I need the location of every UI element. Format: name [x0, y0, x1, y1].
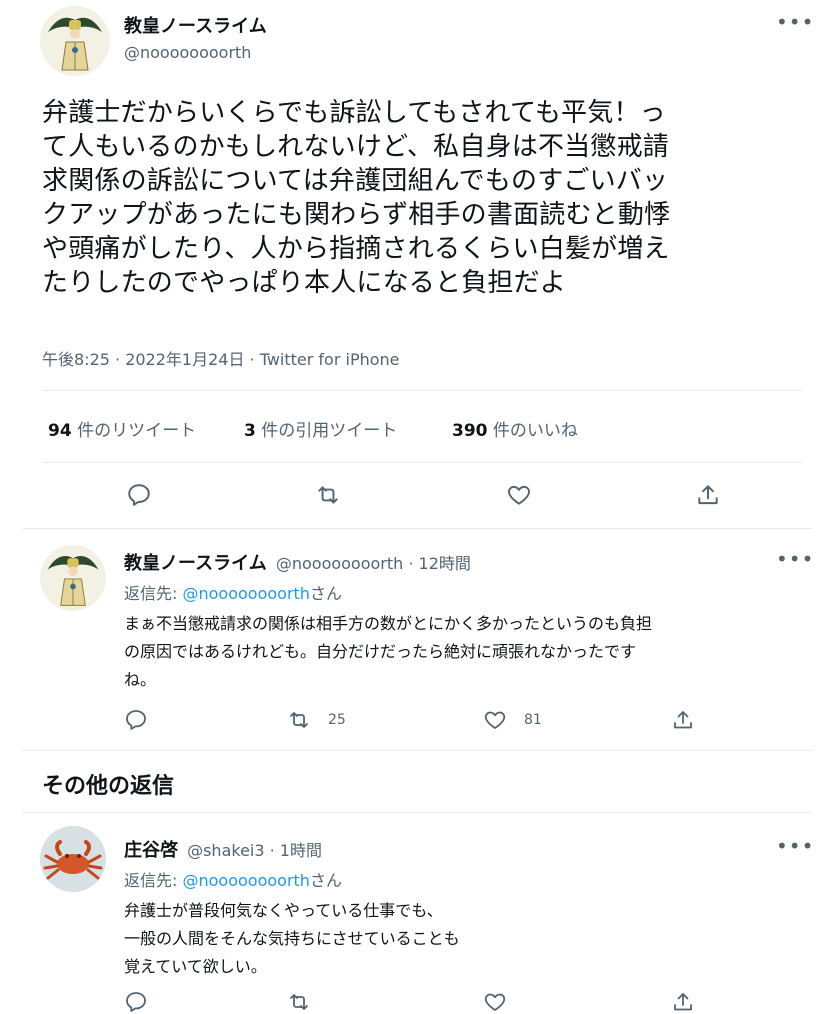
tweet-text-line: 弁護士だからいくらでも訴訟してもされても平気！っ: [42, 98, 666, 128]
likes-count: 390: [452, 421, 488, 441]
section-title: その他の返信: [42, 774, 175, 799]
retweet-icon: [318, 486, 338, 504]
retweet-button[interactable]: [314, 482, 342, 508]
tweet-timestamp[interactable]: 午後8:25 · 2022年1月24日 · Twitter for iPhone: [42, 346, 400, 370]
reply-to-prefix: 返信先:: [124, 871, 183, 890]
quotes-count: 3: [244, 421, 256, 441]
share-button[interactable]: [694, 482, 722, 508]
retweet-icon: [290, 712, 308, 728]
reply-text-line: ね。: [124, 670, 157, 689]
reply-to-suffix: さん: [309, 871, 342, 890]
likes-stat[interactable]: 390 件のいいね: [452, 416, 578, 441]
reply-header: 教皇ノースライム @noooooooorth · 12時間: [124, 549, 471, 575]
like-button[interactable]: 81: [482, 708, 542, 732]
reply-icon: [128, 484, 150, 506]
author-name[interactable]: 教皇ノースライム: [124, 12, 267, 38]
avatar-crab-icon: [40, 826, 106, 892]
tweet-text-line: 求関係の訴訟については弁護団組んでものすごいバッ: [42, 166, 669, 196]
more-icon[interactable]: •••: [776, 12, 814, 32]
tweet-text-line: や頭痛がしたり、人から指摘されるくらい白髪が増え: [42, 234, 670, 264]
author-handle-time[interactable]: @noooooooorth · 12時間: [276, 554, 471, 573]
avatar[interactable]: [40, 826, 106, 892]
avatar[interactable]: [40, 6, 110, 76]
like-button[interactable]: [505, 482, 533, 508]
divider: [42, 390, 802, 391]
like-icon: [484, 711, 506, 729]
reply-button[interactable]: [126, 482, 152, 508]
retweets-label: 件のリツイート: [71, 421, 197, 441]
divider: [22, 528, 812, 529]
more-icon[interactable]: •••: [776, 836, 814, 856]
reply-button[interactable]: [124, 990, 148, 1014]
reply-text: まぁ不当懲戒請求の関係は相手方の数がとにかく多かったというのも負担 の原因ではあ…: [124, 610, 804, 694]
reply-text: 弁護士が普段何気なくやっている仕事でも、 一般の人間をそんな気持ちにさせているこ…: [124, 897, 804, 981]
share-icon: [674, 993, 692, 1011]
author-name[interactable]: 教皇ノースライム: [124, 553, 267, 574]
likes-label: 件のいいね: [487, 421, 578, 441]
tweet-text-line: たりしたのでやっぱり本人になると負担だよ: [42, 268, 567, 298]
reply-text-line: 一般の人間をそんな気持ちにさせていることも: [124, 929, 460, 948]
retweets-count: 94: [48, 421, 72, 441]
reply-to-suffix: さん: [309, 584, 342, 603]
author-handle-time[interactable]: @shakei3 · 1時間: [187, 841, 322, 860]
retweet-button[interactable]: 25: [286, 708, 346, 732]
reply-text-line: まぁ不当懲戒請求の関係は相手方の数がとにかく多かったというのも負担: [124, 614, 653, 633]
retweet-icon: [290, 994, 308, 1010]
divider: [22, 812, 812, 813]
tweet-text-line: クアップがあったにも関わらず相手の書面読むと動悸: [42, 200, 671, 230]
tweet-text: 弁護士だからいくらでも訴訟してもされても平気！っ て人もいるのかもしれないけど、…: [42, 96, 802, 300]
reply-icon: [126, 710, 146, 730]
tweet-text-line: て人もいるのかもしれないけど、私自身は不当懲戒請: [42, 132, 669, 162]
reply-text-line: の原因ではあるけれども。自分だけだったら絶対に頑張れなかったです: [124, 642, 637, 661]
author-name[interactable]: 庄谷啓: [124, 840, 178, 861]
like-count: 81: [524, 712, 542, 728]
reply-text-line: 弁護士が普段何気なくやっている仕事でも、: [124, 901, 443, 920]
reply-button[interactable]: [124, 708, 148, 732]
avatar-figure-icon: [47, 556, 99, 606]
reply-to-mention[interactable]: @noooooooorth: [182, 584, 309, 603]
quotes-stat[interactable]: 3 件の引用ツイート: [244, 416, 397, 441]
share-icon: [674, 711, 692, 729]
avatar[interactable]: [40, 545, 106, 611]
reply-to-mention[interactable]: @noooooooorth: [182, 871, 309, 890]
reply-icon: [126, 992, 146, 1012]
reply-header: 庄谷啓 @shakei3 · 1時間: [124, 836, 322, 862]
like-button[interactable]: [482, 990, 508, 1014]
retweet-button[interactable]: [286, 990, 312, 1014]
reply-to: 返信先: @noooooooorthさん: [124, 867, 342, 891]
reply-text-line: 覚えていて欲しい。: [124, 957, 267, 976]
reply-to: 返信先: @noooooooorthさん: [124, 580, 342, 604]
quotes-label: 件の引用ツイート: [255, 421, 398, 441]
share-button[interactable]: [670, 990, 696, 1014]
share-icon: [698, 485, 718, 505]
reply-to-prefix: 返信先:: [124, 584, 183, 603]
avatar-figure-icon: [48, 17, 102, 71]
divider: [22, 750, 812, 751]
share-button[interactable]: [670, 708, 696, 732]
like-icon: [508, 485, 530, 505]
more-icon[interactable]: •••: [776, 549, 814, 569]
like-icon: [484, 993, 506, 1011]
divider: [42, 462, 802, 463]
author-handle[interactable]: @noooooooorth: [124, 43, 251, 62]
retweet-count: 25: [328, 712, 346, 728]
retweets-stat[interactable]: 94 件のリツイート: [48, 416, 196, 441]
